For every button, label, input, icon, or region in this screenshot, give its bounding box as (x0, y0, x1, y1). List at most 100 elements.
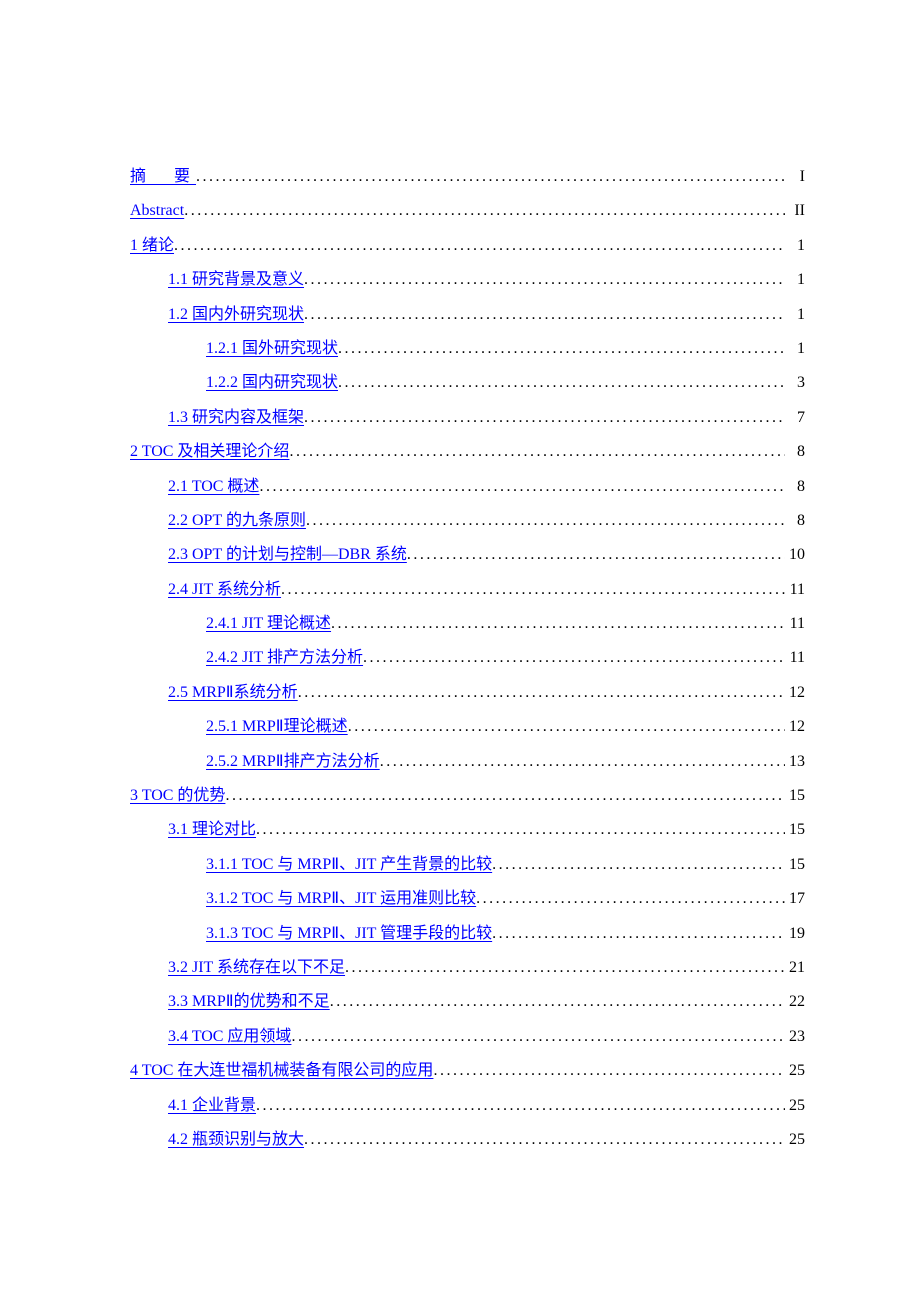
toc-leader-dots (330, 985, 785, 1019)
toc-entry: 1.1 研究背景及意义1 (130, 263, 805, 297)
toc-page-number: 25 (785, 1054, 805, 1088)
toc-page-number: 13 (785, 745, 805, 779)
toc-link[interactable]: 1 绪论 (130, 229, 174, 263)
toc-entry: 2.5 MRPⅡ系统分析 12 (130, 676, 805, 710)
toc-entry: 2.2 OPT 的九条原则 8 (130, 504, 805, 538)
toc-leader-dots (338, 366, 785, 400)
toc-link[interactable]: 3.2 JIT 系统存在以下不足 (168, 951, 345, 985)
toc-page-number: 11 (785, 607, 805, 641)
toc-page-number: 1 (785, 332, 805, 366)
toc-page-number: 8 (785, 435, 805, 469)
toc-link[interactable]: 2.4.1 JIT 理论概述 (206, 607, 331, 641)
toc-entry: 3.1.2 TOC 与 MRPⅡ、JIT 运用准则比较 17 (130, 882, 805, 916)
toc-link[interactable]: Abstract (130, 194, 184, 228)
toc-entry: 4 TOC 在大连世福机械装备有限公司的应用 25 (130, 1054, 805, 1088)
toc-page-number: 17 (785, 882, 805, 916)
toc-entry: 1.3 研究内容及框架 7 (130, 401, 805, 435)
toc-entry: 2.4 JIT 系统分析 11 (130, 573, 805, 607)
toc-leader-dots (304, 401, 785, 435)
toc-entry: 3.1 理论对比 15 (130, 813, 805, 847)
toc-entry: 2.5.1 MRPⅡ理论概述 12 (130, 710, 805, 744)
toc-link[interactable]: 2.2 OPT 的九条原则 (168, 504, 306, 538)
toc-link[interactable]: 1.3 研究内容及框架 (168, 401, 304, 435)
toc-entry: 2.4.1 JIT 理论概述 11 (130, 607, 805, 641)
toc-link[interactable]: 3 TOC 的优势 (130, 779, 225, 813)
toc-page-number: 23 (785, 1020, 805, 1054)
toc-link[interactable]: 3.4 TOC 应用领域 (168, 1020, 291, 1054)
toc-link[interactable]: 2.4 JIT 系统分析 (168, 573, 281, 607)
toc-entry: 3.1.3 TOC 与 MRPⅡ、JIT 管理手段的比较 19 (130, 917, 805, 951)
toc-link[interactable]: 2.5.2 MRPⅡ排产方法分析 (206, 745, 380, 779)
toc-leader-dots (306, 504, 785, 538)
toc-leader-dots (476, 882, 785, 916)
toc-link[interactable]: 摘 要 (130, 160, 196, 194)
toc-page-number: 10 (785, 538, 805, 572)
toc-link[interactable]: 2.5 MRPⅡ系统分析 (168, 676, 298, 710)
toc-page-number: 1 (785, 298, 805, 332)
table-of-contents: 摘 要IAbstractII1 绪论11.1 研究背景及意义11.2 国内外研究… (130, 160, 805, 1157)
toc-link[interactable]: 3.1 理论对比 (168, 813, 256, 847)
toc-leader-dots (304, 263, 785, 297)
toc-link[interactable]: 1.2.2 国内研究现状 (206, 366, 338, 400)
toc-link[interactable]: 4 TOC 在大连世福机械装备有限公司的应用 (130, 1054, 433, 1088)
toc-leader-dots (492, 917, 785, 951)
toc-link[interactable]: 3.3 MRPⅡ的优势和不足 (168, 985, 330, 1019)
toc-entry: 2.5.2 MRPⅡ排产方法分析 13 (130, 745, 805, 779)
toc-link[interactable]: 4.2 瓶颈识别与放大 (168, 1123, 304, 1157)
toc-page-number: 21 (785, 951, 805, 985)
toc-page-number: 12 (785, 710, 805, 744)
toc-page-number: 8 (785, 504, 805, 538)
toc-page-number: 15 (785, 779, 805, 813)
toc-leader-dots (256, 813, 785, 847)
toc-page-number: 3 (785, 366, 805, 400)
toc-link[interactable]: 2.5.1 MRPⅡ理论概述 (206, 710, 348, 744)
toc-leader-dots (291, 1020, 785, 1054)
toc-leader-dots (259, 470, 785, 504)
toc-link[interactable]: 1.1 研究背景及意义 (168, 263, 304, 297)
toc-entry: 1.2 国内外研究现状 1 (130, 298, 805, 332)
toc-entry: 4.2 瓶颈识别与放大25 (130, 1123, 805, 1157)
toc-leader-dots (304, 1123, 785, 1157)
toc-entry: 4.1 企业背景25 (130, 1089, 805, 1123)
toc-entry: 2.3 OPT 的计划与控制—DBR 系统 10 (130, 538, 805, 572)
toc-page-number: 15 (785, 848, 805, 882)
toc-leader-dots (345, 951, 785, 985)
toc-entry: 摘 要I (130, 160, 805, 194)
toc-page-number: 22 (785, 985, 805, 1019)
toc-entry: 1.2.2 国内研究现状 3 (130, 366, 805, 400)
toc-entry: 3.1.1 TOC 与 MRPⅡ、JIT 产生背景的比较 15 (130, 848, 805, 882)
toc-link[interactable]: 2.1 TOC 概述 (168, 470, 259, 504)
toc-leader-dots (348, 710, 785, 744)
toc-entry: 1.2.1 国外研究现状 1 (130, 332, 805, 366)
toc-page-number: 12 (785, 676, 805, 710)
toc-leader-dots (407, 538, 785, 572)
toc-entry: 2 TOC 及相关理论介绍 8 (130, 435, 805, 469)
toc-leader-dots (433, 1054, 785, 1088)
toc-link[interactable]: 2.4.2 JIT 排产方法分析 (206, 641, 363, 675)
toc-link[interactable]: 2 TOC 及相关理论介绍 (130, 435, 289, 469)
toc-link[interactable]: 3.1.3 TOC 与 MRPⅡ、JIT 管理手段的比较 (206, 917, 492, 951)
toc-page-number: 11 (785, 641, 805, 675)
toc-link[interactable]: 3.1.1 TOC 与 MRPⅡ、JIT 产生背景的比较 (206, 848, 492, 882)
toc-leader-dots (331, 607, 785, 641)
toc-leader-dots (380, 745, 785, 779)
toc-page-number: 15 (785, 813, 805, 847)
toc-link[interactable]: 2.3 OPT 的计划与控制—DBR 系统 (168, 538, 407, 572)
toc-entry: 3.2 JIT 系统存在以下不足 21 (130, 951, 805, 985)
toc-page-number: 11 (785, 573, 805, 607)
toc-page-number: 19 (785, 917, 805, 951)
toc-leader-dots (363, 641, 785, 675)
toc-page-number: II (785, 194, 805, 228)
toc-link[interactable]: 1.2 国内外研究现状 (168, 298, 304, 332)
toc-leader-dots (184, 194, 785, 228)
toc-page-number: 7 (785, 401, 805, 435)
toc-leader-dots (225, 779, 785, 813)
toc-leader-dots (196, 160, 785, 194)
toc-page-number: I (785, 160, 805, 194)
toc-link[interactable]: 1.2.1 国外研究现状 (206, 332, 338, 366)
toc-entry: 3.4 TOC 应用领域 23 (130, 1020, 805, 1054)
toc-leader-dots (338, 332, 785, 366)
toc-link[interactable]: 4.1 企业背景 (168, 1089, 256, 1123)
toc-link[interactable]: 3.1.2 TOC 与 MRPⅡ、JIT 运用准则比较 (206, 882, 476, 916)
toc-page-number: 8 (785, 470, 805, 504)
